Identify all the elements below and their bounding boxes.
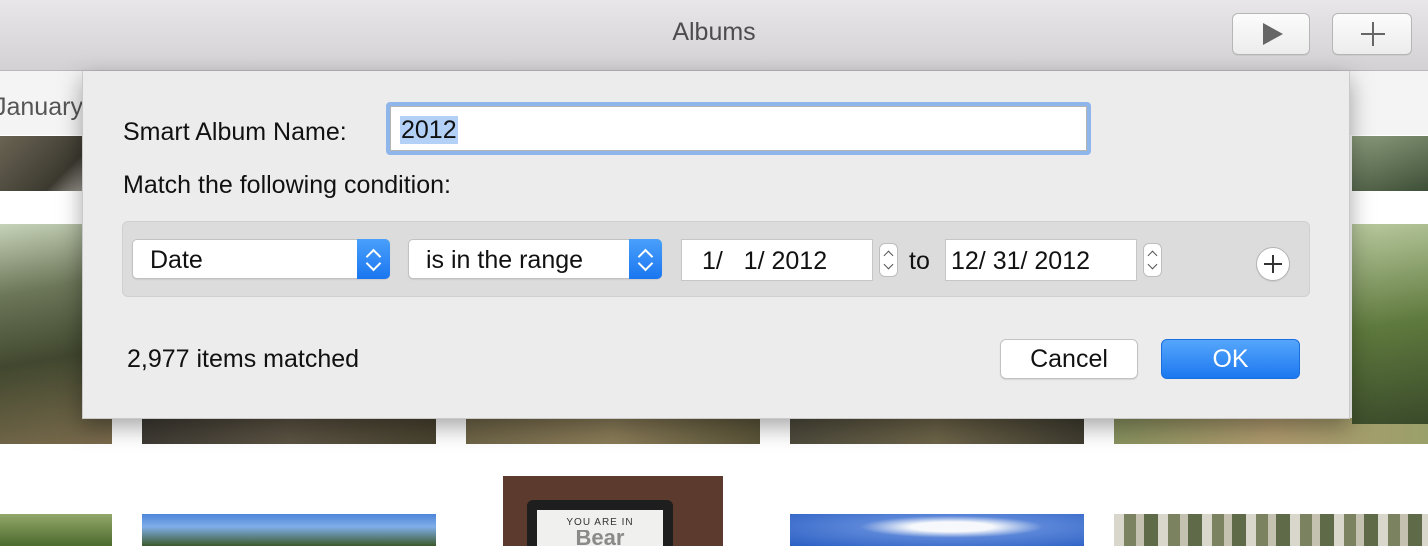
operator-popup[interactable]: is in the range: [408, 239, 662, 279]
photo-thumbnail[interactable]: [1352, 136, 1428, 191]
range-to-label: to: [909, 247, 930, 275]
smart-album-name-input[interactable]: 2012: [386, 102, 1091, 155]
operator-popup-value: is in the range: [426, 246, 584, 274]
start-date-stepper[interactable]: [879, 243, 898, 277]
add-condition-button[interactable]: [1256, 247, 1290, 281]
end-date-field[interactable]: 12/ 31/ 2012: [945, 239, 1137, 281]
chevron-updown-icon: [357, 239, 390, 279]
play-icon: [1263, 23, 1283, 45]
plus-icon: [1361, 22, 1385, 46]
photo-thumbnail[interactable]: [142, 418, 436, 444]
photo-thumbnail[interactable]: [1114, 514, 1428, 546]
stepper-down-icon: [883, 259, 894, 270]
chevron-updown-icon: [629, 239, 662, 279]
stepper-down-icon: [1147, 259, 1158, 270]
window-title: Albums: [672, 18, 756, 46]
smart-album-name-label: Smart Album Name:: [123, 118, 347, 146]
photo-thumbnail[interactable]: [142, 514, 436, 546]
photo-thumbnail[interactable]: [790, 514, 1084, 546]
field-popup[interactable]: Date: [132, 239, 390, 279]
items-matched-count: 2,977 items matched: [127, 345, 360, 373]
end-date-value: 12/ 31/ 2012: [951, 247, 1091, 275]
condition-row: Date is in the range 1/ 1/ 2012 to 12/ 3…: [122, 221, 1310, 297]
photo-thumbnail[interactable]: [1352, 224, 1428, 424]
ok-button[interactable]: OK: [1161, 339, 1300, 379]
slideshow-button[interactable]: [1232, 13, 1310, 55]
condition-label: Match the following condition:: [123, 171, 451, 199]
sign-text: YOU ARE IN: [566, 517, 634, 528]
photo-thumbnail[interactable]: [0, 514, 112, 546]
sign-panel: YOU ARE IN Bear: [537, 510, 663, 546]
field-popup-value: Date: [150, 246, 203, 274]
end-date-stepper[interactable]: [1143, 243, 1162, 277]
photo-thumbnail[interactable]: [466, 418, 760, 444]
start-date-field[interactable]: 1/ 1/ 2012: [681, 239, 873, 281]
cancel-button[interactable]: Cancel: [1000, 339, 1138, 379]
smart-album-name-value: 2012: [400, 116, 458, 144]
photo-sign: YOU ARE IN Bear: [527, 500, 673, 546]
title-bar: Albums: [0, 0, 1428, 71]
sign-title: Bear: [575, 530, 625, 546]
smart-album-sheet: Smart Album Name: 2012 Match the followi…: [82, 71, 1350, 419]
photo-thumbnail[interactable]: [790, 418, 1084, 444]
add-button[interactable]: [1332, 13, 1412, 55]
start-date-value: 1/ 1/ 2012: [702, 247, 828, 275]
